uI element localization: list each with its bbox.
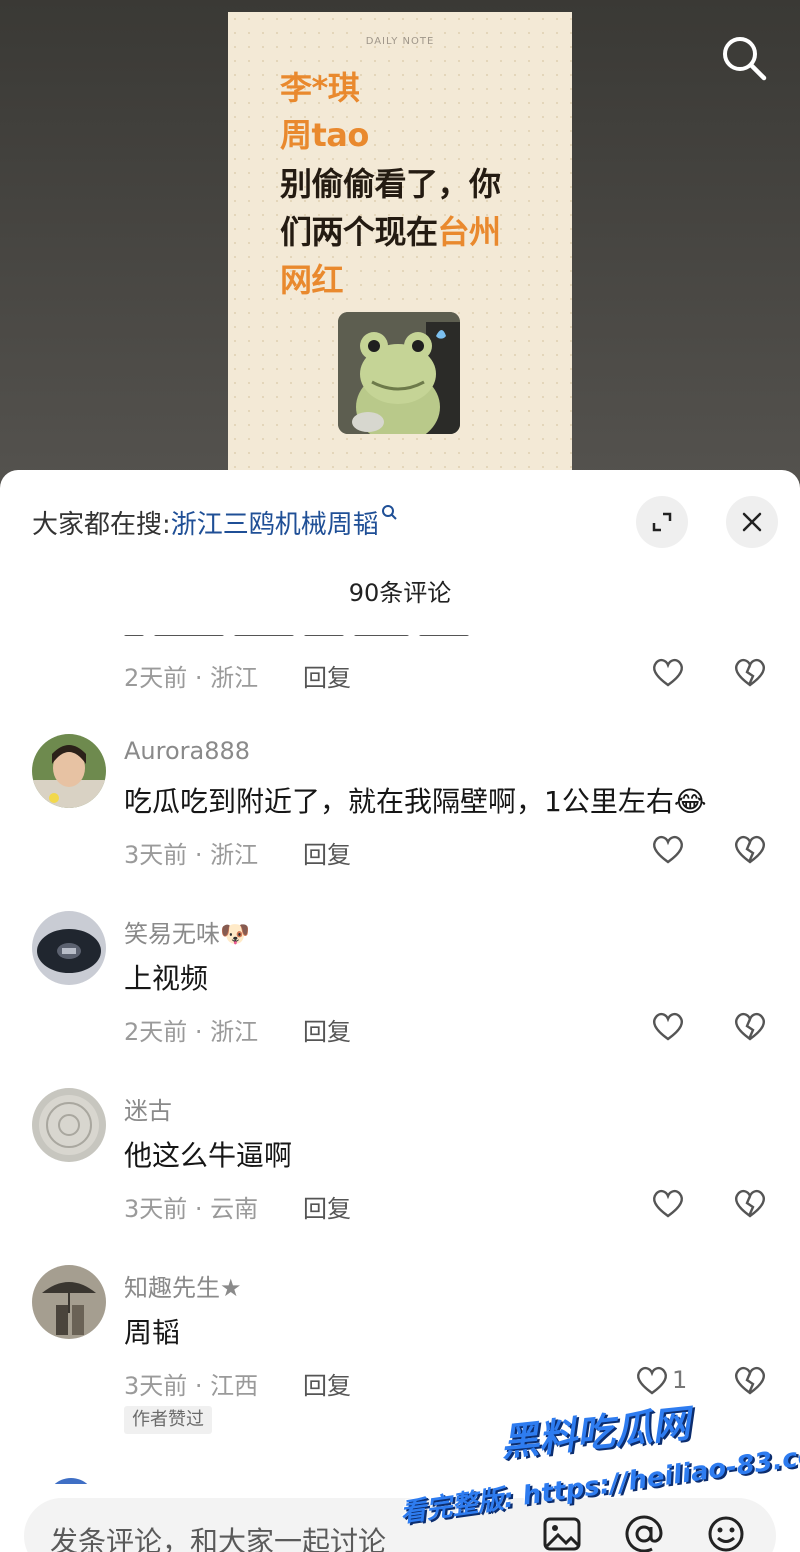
broken-heart-icon [735, 658, 765, 687]
note-text: 别偷偷看了，你 [280, 165, 501, 203]
note-text: 们两个现在 [280, 213, 438, 251]
comment-text: 他这么牛逼啊 [124, 1139, 293, 1172]
comment-text: 吃瓜吃到附近了，就在我隔壁啊，1公里左右😂 [124, 785, 707, 818]
at-sign-icon [625, 1515, 663, 1552]
comment-text: 周韬 [124, 1316, 181, 1349]
author-liked-badge: 作者赞过 [124, 1406, 212, 1434]
search-icon [723, 37, 767, 81]
reply-button[interactable]: 回复 [303, 1366, 351, 1401]
close-button[interactable] [726, 496, 778, 548]
note-header: DAILY NOTE [365, 36, 435, 47]
dislike-button[interactable] [730, 1183, 770, 1223]
like-button[interactable] [648, 1006, 688, 1046]
reply-button[interactable]: 回复 [303, 1189, 351, 1224]
dislike-button[interactable] [730, 652, 770, 692]
heart-icon [653, 1012, 683, 1041]
comment-meta: 3天前 · 江西 [124, 1372, 259, 1400]
comment-username[interactable]: Aurora888 [124, 737, 250, 765]
like-button[interactable] [648, 829, 688, 869]
broken-heart-icon [735, 1012, 765, 1041]
comment-meta: 3天前 · 云南 [124, 1195, 259, 1223]
like-button[interactable] [648, 652, 688, 692]
expand-icon [652, 512, 672, 532]
note-line-5: 网红 [280, 261, 344, 299]
heart-icon [653, 1189, 683, 1218]
avatar[interactable] [32, 1088, 106, 1162]
image-icon [543, 1517, 581, 1551]
avatar[interactable] [32, 734, 106, 808]
comment-meta: 2天前 · 浙江 [124, 1018, 259, 1046]
trending-prefix: 大家都在搜: [32, 510, 171, 540]
heart-icon [653, 835, 683, 864]
note-image: DAILY NOTE 李*琪 周tao 别偷偷看了，你 们两个现在台州 网红 [228, 12, 572, 482]
comment-text: 上视频 [124, 962, 209, 995]
expand-button[interactable] [636, 496, 688, 548]
search-small-icon [381, 505, 397, 520]
comment-username[interactable]: 迷古 [124, 1091, 172, 1126]
broken-heart-icon [735, 1189, 765, 1218]
video-area[interactable]: DAILY NOTE 李*琪 周tao 别偷偷看了，你 们两个现在台州 网红 [0, 0, 800, 500]
note-line-3: 别偷偷看了，你 [280, 168, 501, 200]
clipped-comment-text [124, 626, 524, 636]
note-line-1: 李*琪 [280, 69, 360, 107]
note-text: 李*琪 [280, 69, 360, 107]
heart-icon [653, 658, 683, 687]
note-text-highlight: 台州 [437, 213, 502, 251]
reply-button[interactable]: 回复 [303, 658, 351, 693]
note-line-4: 们两个现在台州 [280, 216, 501, 248]
dislike-button[interactable] [730, 829, 770, 869]
avatar[interactable] [32, 1265, 106, 1339]
comment-username[interactable]: 知趣先生★ [124, 1268, 242, 1303]
image-button[interactable] [542, 1514, 582, 1552]
avatar[interactable] [32, 911, 106, 985]
comment-username[interactable]: 笑易无味🐶 [124, 914, 250, 949]
trending-search: 大家都在搜:浙江三鸥机械周韬 [32, 504, 399, 541]
dislike-button[interactable] [730, 1360, 770, 1400]
smiley-icon [708, 1516, 744, 1552]
note-line-2: 周tao [280, 119, 369, 151]
comment-meta: 3天前 · 浙江 [124, 841, 259, 869]
like-count: 1 [672, 1366, 688, 1394]
broken-heart-icon [735, 1366, 765, 1395]
comment-meta: 2天前 · 浙江 [124, 664, 259, 692]
close-icon [742, 512, 762, 532]
mention-button[interactable] [624, 1514, 664, 1552]
note-text: 网红 [280, 261, 344, 299]
trending-query: 浙江三鸥机械周韬 [170, 510, 379, 540]
emoji-button[interactable] [706, 1514, 746, 1552]
like-button[interactable] [648, 1183, 688, 1223]
comment-sheet: 大家都在搜:浙江三鸥机械周韬 90条评论 2天前 · 浙江 回复 Aurora8… [0, 470, 800, 1552]
comment-count: 90条评论 [348, 579, 452, 607]
note-text: 周tao [280, 116, 369, 154]
trending-search-link[interactable]: 浙江三鸥机械周韬 [170, 505, 399, 540]
dislike-button[interactable] [730, 1006, 770, 1046]
frog-sticker-image [338, 312, 460, 434]
broken-heart-icon [735, 835, 765, 864]
reply-button[interactable]: 回复 [303, 835, 351, 870]
reply-button[interactable]: 回复 [303, 1012, 351, 1047]
search-button[interactable] [718, 32, 770, 84]
comment-input-placeholder: 发条评论，和大家一起讨论 [50, 1525, 387, 1552]
